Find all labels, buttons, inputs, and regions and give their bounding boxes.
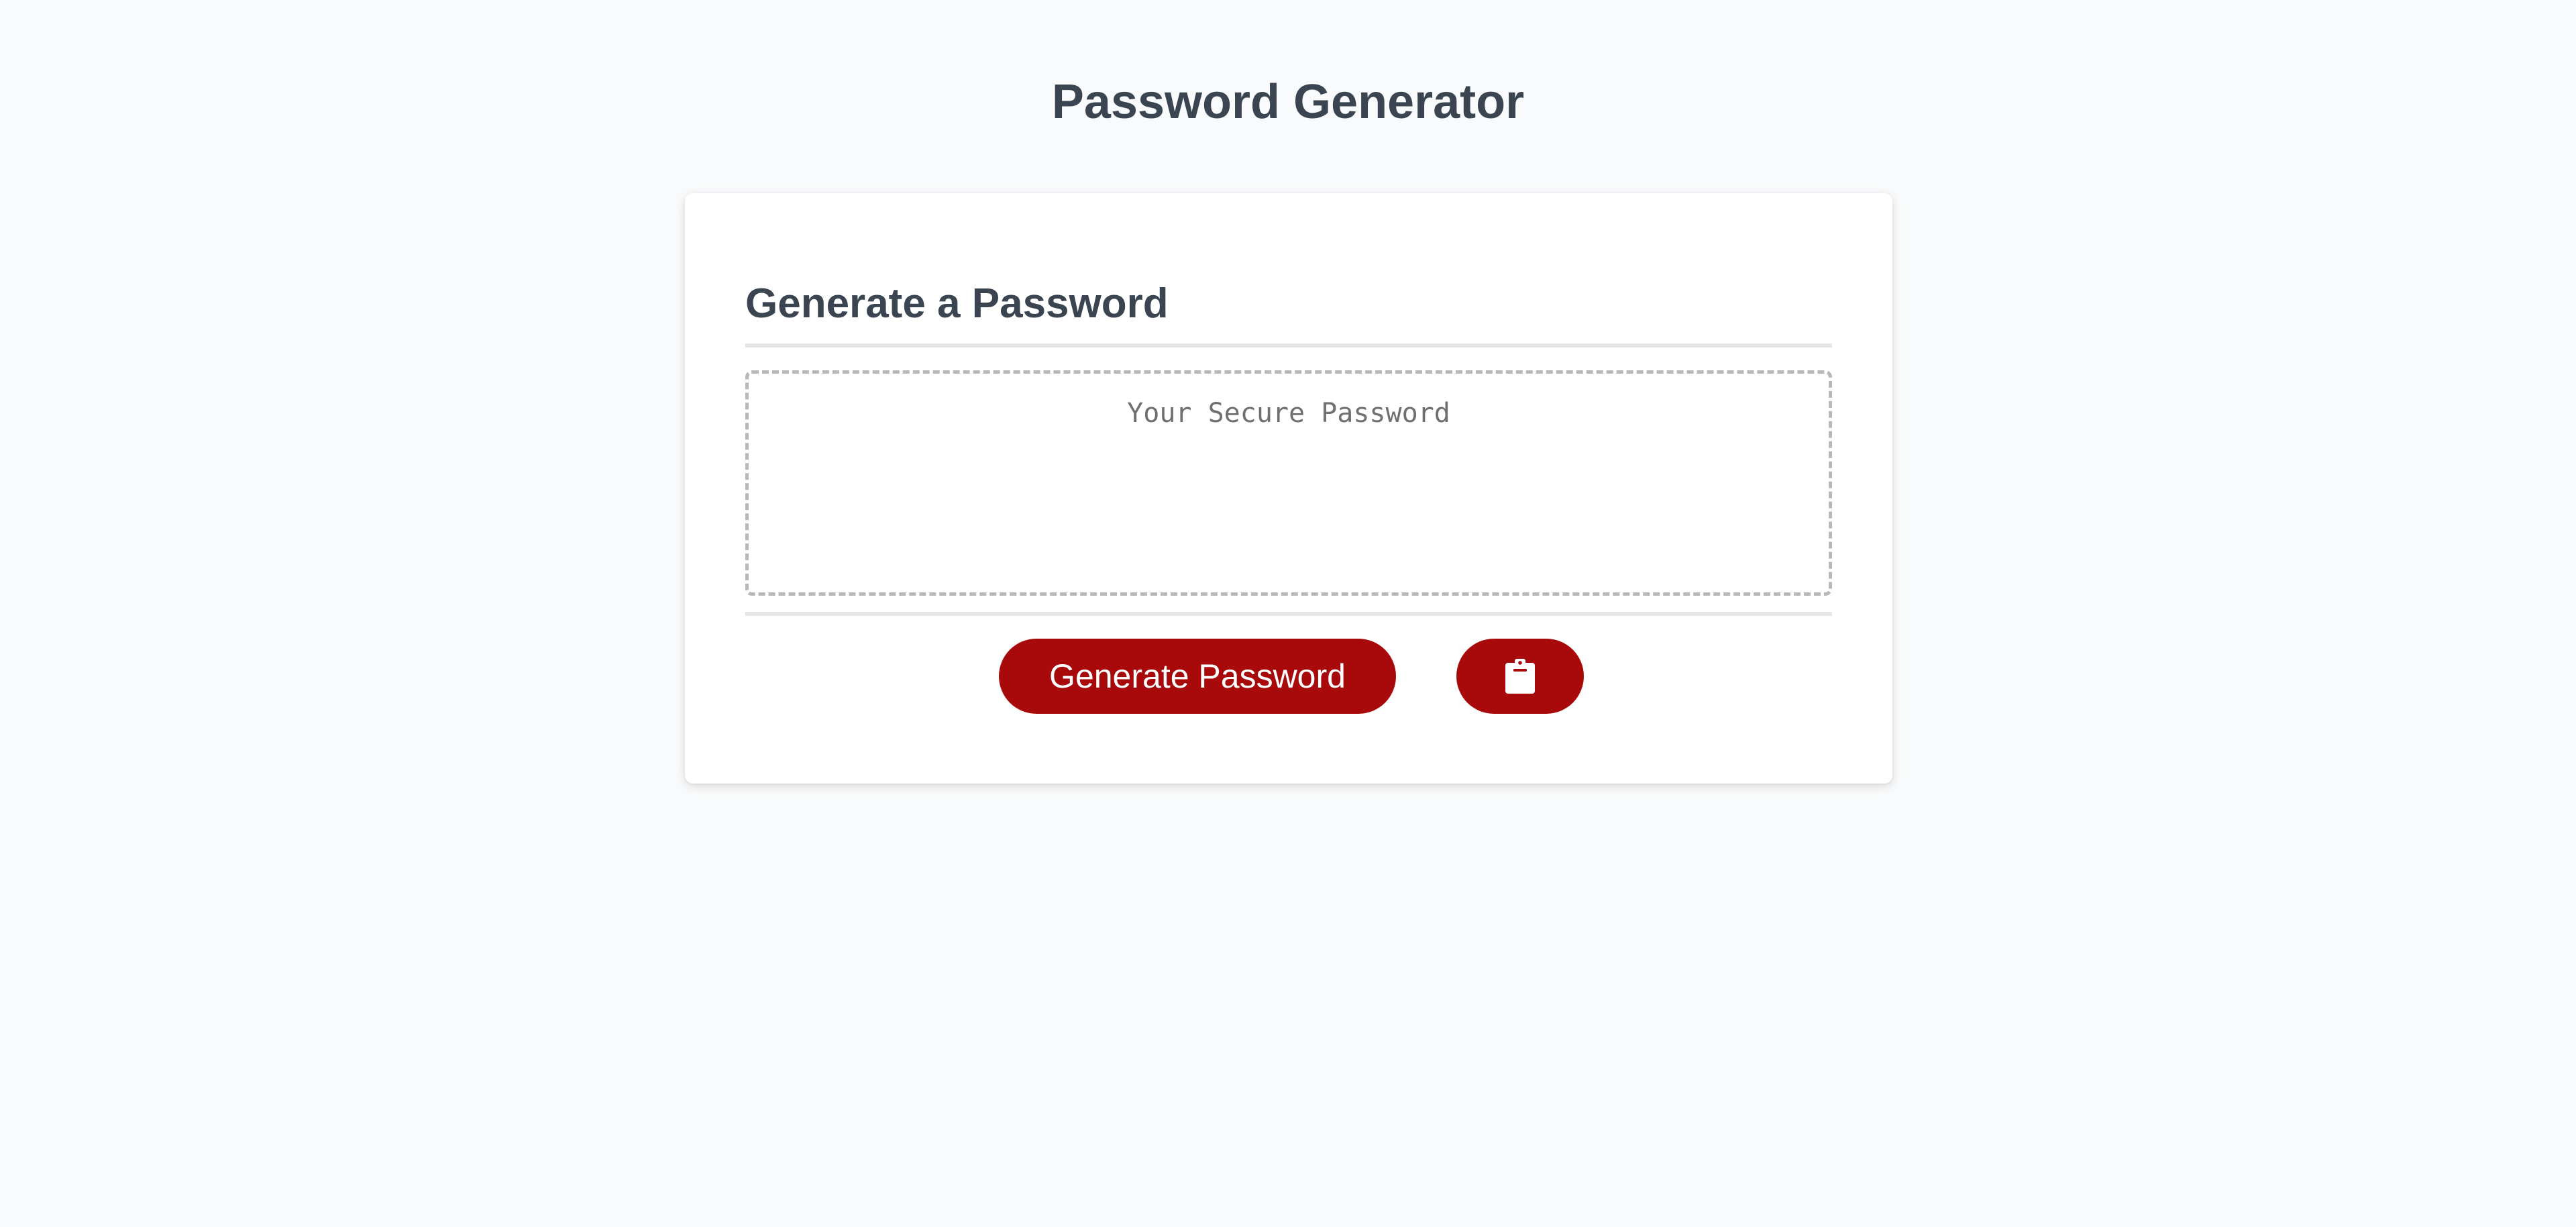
card-heading: Generate a Password [745, 280, 1169, 327]
clipboard-icon [1505, 659, 1535, 694]
card-divider [745, 612, 1832, 616]
password-card: Generate a Password Generate Password [685, 193, 1892, 784]
page: Password Generator Generate a Password G… [0, 0, 2576, 1227]
page-title: Password Generator [1051, 75, 1525, 129]
generate-password-button[interactable]: Generate Password [999, 639, 1396, 714]
password-output[interactable] [745, 370, 1832, 596]
copy-button[interactable] [1456, 639, 1584, 714]
card-header: Generate a Password [745, 267, 1832, 348]
